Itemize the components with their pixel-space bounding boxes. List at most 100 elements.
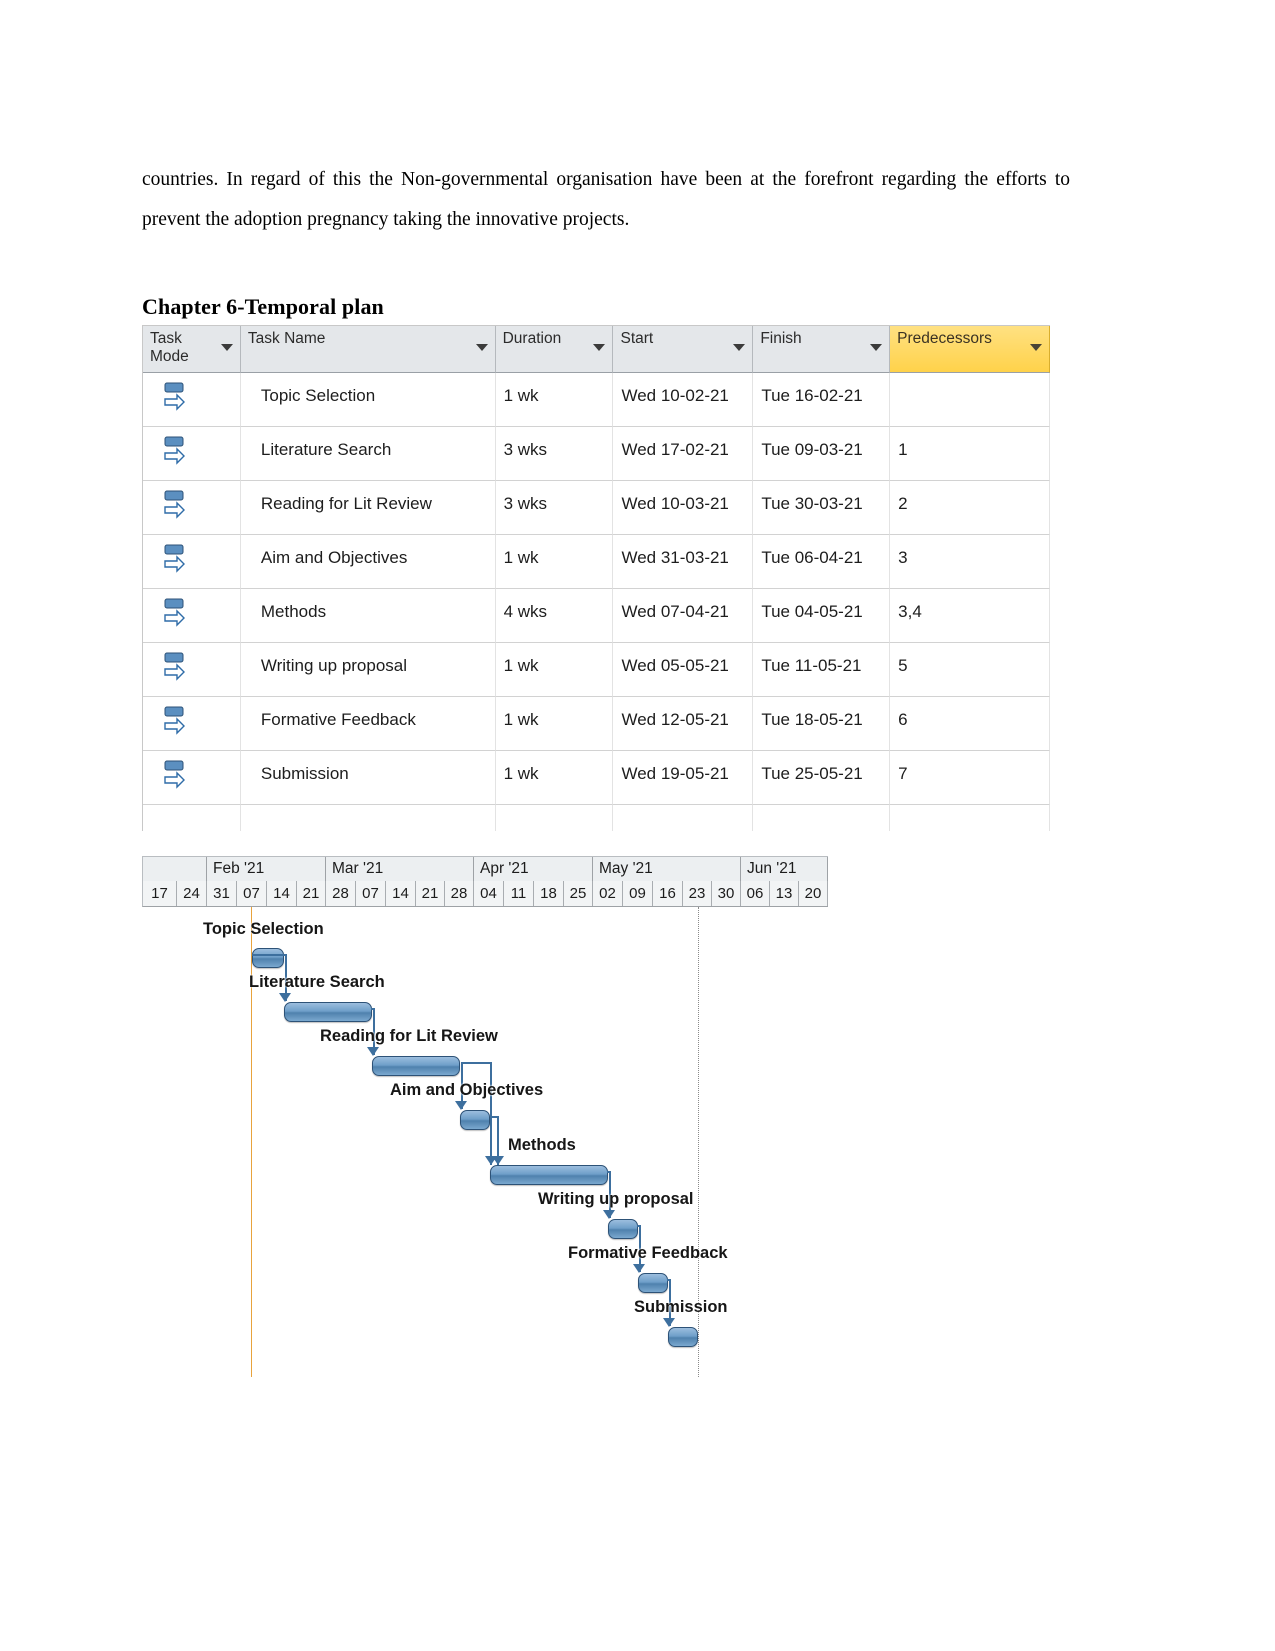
chevron-down-icon[interactable] (733, 344, 746, 351)
table-row[interactable]: Reading for Lit Review 3 wks Wed 10-03-2… (143, 481, 1050, 535)
start-date-cell: Wed 05-05-21 (613, 643, 754, 697)
finish-date-cell: Tue 30-03-21 (753, 481, 891, 535)
empty-cell (241, 805, 496, 831)
predecessors-cell: 5 (890, 643, 1050, 697)
task-mode-cell[interactable] (143, 697, 241, 751)
table-row[interactable]: Literature Search 3 wks Wed 17-02-21 Tue… (143, 427, 1050, 481)
duration-cell: 4 wks (495, 589, 614, 643)
chevron-down-icon[interactable] (1030, 344, 1042, 351)
duration-cell: 1 wk (495, 535, 614, 589)
column-header-task-mode[interactable]: Task Mode (143, 326, 241, 373)
timeline-week: 28 (326, 881, 356, 906)
gantt-bar-label: Topic Selection (203, 920, 324, 938)
timeline-week: 30 (712, 881, 741, 906)
gantt-bar[interactable] (668, 1327, 698, 1347)
start-date-cell: Wed 17-02-21 (613, 427, 754, 481)
timeline-week: 21 (416, 881, 445, 906)
dependency-arrow-icon (492, 1156, 504, 1165)
column-header-start-label: Start (620, 330, 654, 347)
predecessors-cell: 3,4 (890, 589, 1050, 643)
dependency-link (667, 1279, 671, 1281)
gantt-bar-label: Reading for Lit Review (320, 1027, 498, 1045)
duration-cell: 3 wks (495, 481, 614, 535)
dependency-arrow-icon (367, 1047, 379, 1056)
timeline-week: 07 (356, 881, 386, 906)
gantt-chart: Feb '21 Mar '21 Apr '21 May '21 Jun '21 … (142, 856, 828, 1377)
timeline-month: Apr '21 (474, 857, 593, 881)
duration-cell: 1 wk (495, 751, 614, 805)
gantt-bar-label: Writing up proposal (538, 1190, 694, 1208)
dependency-arrow-icon (455, 1101, 467, 1110)
task-name-cell: Writing up proposal (240, 643, 496, 697)
table-row[interactable]: Formative Feedback 1 wk Wed 12-05-21 Tue… (143, 697, 1050, 751)
task-mode-cell[interactable] (143, 481, 241, 535)
start-date-cell: Wed 10-02-21 (613, 373, 754, 427)
finish-date-cell: Tue 06-04-21 (753, 535, 891, 589)
chevron-down-icon[interactable] (220, 344, 233, 351)
gantt-bar[interactable] (638, 1273, 668, 1293)
manually-scheduled-icon (164, 706, 185, 735)
task-mode-cell[interactable] (143, 643, 241, 697)
dependency-link (371, 1008, 375, 1010)
start-date-cell: Wed 19-05-21 (613, 751, 754, 805)
table-row[interactable]: Aim and Objectives 1 wk Wed 31-03-21 Tue… (143, 535, 1050, 589)
task-mode-cell[interactable] (143, 427, 241, 481)
empty-cell (613, 805, 754, 831)
duration-cell: 1 wk (495, 373, 614, 427)
gantt-bar-label: Aim and Objectives (390, 1081, 544, 1099)
dependency-arrow-icon (279, 993, 291, 1002)
manually-scheduled-icon (164, 436, 185, 465)
start-date-cell: Wed 31-03-21 (613, 535, 754, 589)
page-title: Chapter 6-Temporal plan (142, 294, 384, 320)
task-mode-cell[interactable] (143, 589, 241, 643)
task-name-cell: Topic Selection (240, 373, 496, 427)
timeline-week: 17 (143, 881, 177, 906)
chevron-down-icon[interactable] (475, 344, 488, 351)
timeline-week: 25 (564, 881, 593, 906)
gantt-plot-area[interactable]: Topic Selection Literature Search Readin… (142, 907, 828, 1377)
start-date-cell: Wed 07-04-21 (613, 589, 754, 643)
column-header-task-mode-label: Task Mode (150, 330, 189, 365)
gantt-bar[interactable] (372, 1056, 460, 1076)
gantt-bar[interactable] (284, 1002, 372, 1022)
chevron-down-icon[interactable] (870, 344, 883, 351)
task-mode-cell[interactable] (143, 751, 241, 805)
timeline-week: 02 (593, 881, 623, 906)
gantt-bar[interactable] (608, 1219, 638, 1239)
gantt-bar[interactable] (490, 1165, 608, 1185)
column-header-start[interactable]: Start (613, 326, 754, 373)
column-header-predecessors[interactable]: Predecessors (890, 326, 1050, 373)
column-header-duration[interactable]: Duration (495, 326, 614, 373)
table-row[interactable]: Methods 4 wks Wed 07-04-21 Tue 04-05-21 … (143, 589, 1050, 643)
timeline-week: 14 (267, 881, 297, 906)
finish-date-cell: Tue 09-03-21 (753, 427, 891, 481)
task-name-cell: Submission (240, 751, 496, 805)
column-header-task-name[interactable]: Task Name (240, 326, 496, 373)
task-mode-cell[interactable] (143, 535, 241, 589)
duration-cell: 3 wks (495, 427, 614, 481)
duration-cell: 1 wk (495, 643, 614, 697)
chevron-down-icon[interactable] (593, 344, 606, 351)
dependency-link (252, 954, 286, 956)
finish-date-cell: Tue 25-05-21 (753, 751, 891, 805)
gantt-bar[interactable] (460, 1110, 490, 1130)
table-row[interactable]: Submission 1 wk Wed 19-05-21 Tue 25-05-2… (143, 751, 1050, 805)
empty-cell (143, 805, 241, 831)
dependency-link (637, 1225, 641, 1227)
empty-cell (496, 805, 614, 831)
gantt-bar[interactable] (252, 948, 284, 968)
predecessors-cell: 1 (890, 427, 1050, 481)
column-header-finish-label: Finish (760, 330, 802, 347)
dependency-link (607, 1171, 611, 1173)
timeline-weeks-row: 17 24 31 07 14 21 28 07 14 21 28 04 11 1… (142, 881, 828, 907)
task-mode-cell[interactable] (143, 373, 241, 427)
timeline-week: 20 (799, 881, 828, 906)
table-row[interactable]: Writing up proposal 1 wk Wed 05-05-21 Tu… (143, 643, 1050, 697)
dependency-arrow-icon (603, 1210, 615, 1219)
column-header-finish[interactable]: Finish (753, 326, 891, 373)
predecessors-cell: 2 (890, 481, 1050, 535)
timeline-month: Jun '21 (741, 857, 828, 881)
table-row[interactable]: Topic Selection 1 wk Wed 10-02-21 Tue 16… (143, 373, 1050, 427)
timeline-week: 11 (504, 881, 534, 906)
duration-cell: 1 wk (495, 697, 614, 751)
